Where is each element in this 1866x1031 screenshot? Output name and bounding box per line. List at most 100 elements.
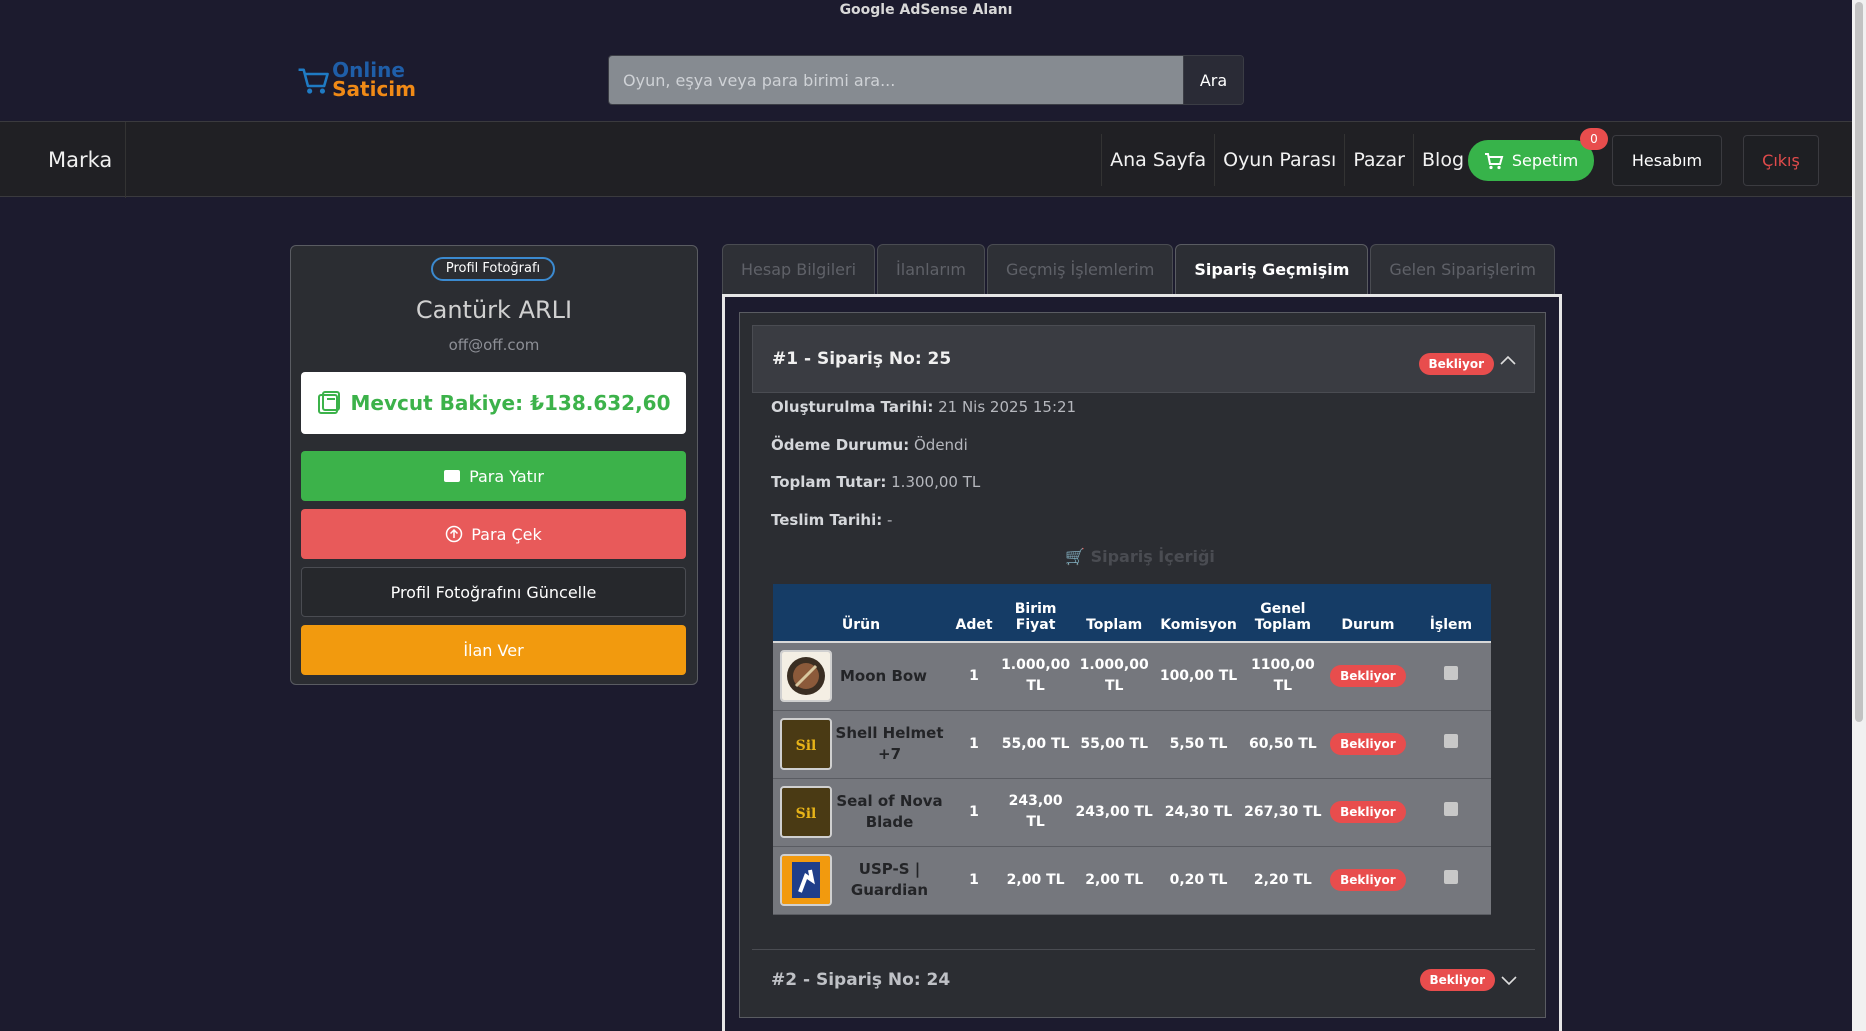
order-title: #2 - Sipariş No: 24 [771, 969, 951, 990]
col-total: Toplam [1072, 584, 1157, 643]
item-name: Seal of Nova Blade [836, 792, 943, 831]
item-name: Moon Bow [840, 666, 928, 685]
tab-order-history[interactable]: Sipariş Geçmişim [1175, 244, 1369, 295]
tab-incoming-orders[interactable]: Gelen Siparişlerim [1370, 244, 1555, 295]
col-qty: Adet [949, 584, 1000, 643]
item-total: 55,00 TL [1072, 710, 1157, 779]
deposit-button[interactable]: Para Yatır [301, 451, 686, 501]
col-product: Ürün [773, 584, 950, 643]
withdraw-button[interactable]: Para Çek [301, 509, 686, 559]
table-row: Moon Bow 1 1.000,00 TL 1.000,00 TL 100,0… [773, 642, 1491, 711]
brand-divider [125, 122, 126, 198]
logout-button[interactable]: Çıkış [1743, 135, 1819, 186]
payment-label: Ödeme Durumu: [771, 436, 910, 454]
item-checkbox[interactable] [1443, 733, 1458, 748]
item-checkbox[interactable] [1443, 869, 1458, 884]
item-commission: 24,30 TL [1156, 778, 1241, 847]
update-photo-button[interactable]: Profil Fotoğrafını Güncelle [301, 567, 686, 617]
col-commission: Komisyon [1156, 584, 1241, 643]
table-header-row: Ürün Adet Birim Fiyat Toplam Komisyon Ge… [773, 584, 1491, 643]
nav-link-game-currency[interactable]: Oyun Parası [1214, 134, 1344, 186]
col-unit-price: Birim Fiyat [999, 584, 1073, 643]
chevron-down-icon [1501, 976, 1517, 986]
nav-link-blog[interactable]: Blog [1413, 134, 1472, 186]
chevron-up-icon [1500, 355, 1516, 365]
col-grand-total: Genel Toplam [1240, 584, 1325, 643]
withdraw-label: Para Çek [471, 524, 542, 544]
nav-link-home[interactable]: Ana Sayfa [1101, 134, 1214, 186]
order-total: Toplam Tutar: 1.300,00 TL [771, 473, 980, 491]
search-bar: Ara [608, 55, 1244, 105]
wallet-icon [318, 391, 341, 414]
delivery-label: Teslim Tarihi: [771, 511, 883, 529]
order-delivery: Teslim Tarihi: - [771, 511, 892, 529]
svg-text:Sil: Sil [796, 738, 817, 754]
deposit-label: Para Yatır [469, 466, 544, 486]
search-input[interactable] [609, 56, 1183, 104]
logo-text-line2: Saticim [332, 77, 416, 101]
profile-name: Cantürk ARLI [415, 296, 573, 324]
created-label: Oluşturulma Tarihi: [771, 398, 934, 416]
item-grand: 1100,00 TL [1240, 642, 1325, 711]
table-row: USP-S | Guardian 1 2,00 TL 2,00 TL 0,20 … [773, 846, 1491, 915]
col-status: Durum [1324, 584, 1411, 643]
item-name: USP-S | Guardian [850, 860, 929, 899]
account-button[interactable]: Hesabım [1612, 135, 1722, 186]
created-value: 21 Nis 2025 15:21 [938, 398, 1077, 416]
nav-link-market[interactable]: Pazar [1344, 134, 1413, 186]
order-created: Oluşturulma Tarihi: 21 Nis 2025 15:21 [771, 398, 1076, 416]
total-label: Toplam Tutar: [771, 473, 887, 491]
order-header-1[interactable]: #1 - Sipariş No: 25 Bekliyor [752, 325, 1535, 393]
cart-label: Sepetim [1511, 151, 1579, 170]
profile-card: Profil Fotoğrafı Cantürk ARLI off@off.co… [290, 245, 698, 685]
adsense-area: Google AdSense Alanı [839, 2, 1013, 18]
item-checkbox[interactable] [1443, 665, 1458, 680]
item-unit: 2,00 TL [999, 846, 1073, 915]
tab-transaction-history[interactable]: Geçmiş İşlemlerim [987, 244, 1174, 295]
item-qty: 1 [949, 778, 1000, 847]
balance-box: Mevcut Bakiye: ₺138.632,60 [301, 372, 686, 434]
order-title: #1 - Sipariş No: 25 [772, 349, 952, 369]
game-logo-icon: Sil [780, 786, 832, 838]
status-badge: Bekliyor [1330, 868, 1406, 891]
item-commission: 5,50 TL [1156, 710, 1241, 779]
tab-listings[interactable]: İlanlarım [877, 244, 986, 295]
delivery-value: - [887, 511, 893, 529]
game-logo-icon: Sil [780, 718, 832, 770]
cart-icon [1484, 152, 1504, 169]
item-checkbox[interactable] [1443, 801, 1458, 816]
wallet-card-icon [444, 470, 461, 482]
payment-value: Ödendi [913, 436, 968, 454]
item-qty: 1 [949, 846, 1000, 915]
status-badge: Bekliyor [1330, 732, 1406, 755]
order-payment: Ödeme Durumu: Ödendi [771, 436, 968, 454]
page-scrollbar[interactable] [1852, 0, 1866, 1031]
bow-icon [780, 650, 832, 703]
main-navbar: Marka Ana Sayfa Oyun Parası Pazar Blog S… [0, 121, 1852, 198]
status-badge: Bekliyor [1418, 353, 1494, 375]
search-button[interactable]: Ara [1183, 56, 1243, 104]
item-total: 243,00 TL [1072, 778, 1157, 847]
cart-logo-icon [298, 68, 329, 94]
order-contents-title: 🛒 Sipariş İçeriği [1065, 547, 1215, 566]
col-action: İşlem [1410, 584, 1491, 643]
order-header-2[interactable]: #2 - Sipariş No: 24 Bekliyor [752, 949, 1535, 1009]
item-commission: 100,00 TL [1156, 642, 1241, 711]
profile-photo: Profil Fotoğrafı [431, 257, 555, 281]
navbar-brand[interactable]: Marka [48, 148, 112, 172]
item-commission: 0,20 TL [1156, 846, 1241, 915]
item-name: Shell Helmet +7 [835, 724, 944, 763]
nav-links: Ana Sayfa Oyun Parası Pazar Blog [1101, 122, 1472, 198]
tab-account-info[interactable]: Hesap Bilgileri [722, 244, 876, 295]
cart-count-badge: 0 [1580, 128, 1608, 150]
status-badge: Bekliyor [1330, 664, 1406, 687]
post-listing-button[interactable]: İlan Ver [301, 625, 686, 675]
item-total: 2,00 TL [1072, 846, 1157, 915]
item-qty: 1 [949, 710, 1000, 779]
site-logo[interactable]: Online Saticim [296, 58, 416, 102]
scrollbar-thumb[interactable] [1855, 2, 1863, 722]
cart-button[interactable]: Sepetim [1468, 140, 1594, 181]
status-badge: Bekliyor [1419, 969, 1495, 991]
item-grand: 2,20 TL [1240, 846, 1325, 915]
orders-accordion: #1 - Sipariş No: 25 Bekliyor Oluşturulma… [739, 312, 1546, 1018]
